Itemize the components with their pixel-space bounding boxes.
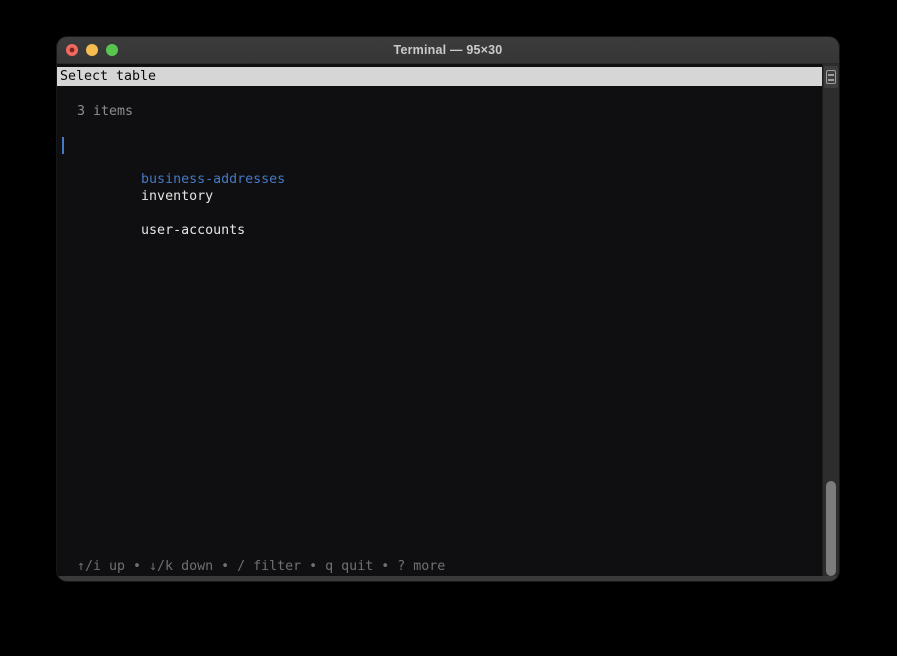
list-title-bar: Select table [57,67,822,86]
help-bar: ↑/i up • ↓/k down • / filter • q quit • … [77,558,445,575]
list-item-user-accounts[interactable]: user-accounts [57,205,822,222]
list-item-label: user-accounts [141,223,245,238]
terminal-content: Select table 3 items business-addresses … [57,64,839,576]
tui-list-panel: Select table 3 items business-addresses … [57,64,822,576]
item-count: 3 items [57,103,822,120]
window-bottom-edge [57,576,839,581]
scrollbar-thumb[interactable] [826,481,836,576]
scrollback-icon [826,70,836,84]
scrollback-marker-button[interactable] [824,66,838,88]
list-item-business-addresses[interactable]: business-addresses [57,137,822,154]
terminal-window: Terminal — 95×30 Select table 3 items bu… [57,37,839,581]
scrollbar[interactable] [822,64,839,576]
window-title: Terminal — 95×30 [57,37,839,63]
list-item-label: inventory [141,189,213,204]
selection-cursor [62,137,64,154]
list-item-inventory[interactable]: inventory [57,171,822,188]
titlebar[interactable]: Terminal — 95×30 [57,37,839,64]
